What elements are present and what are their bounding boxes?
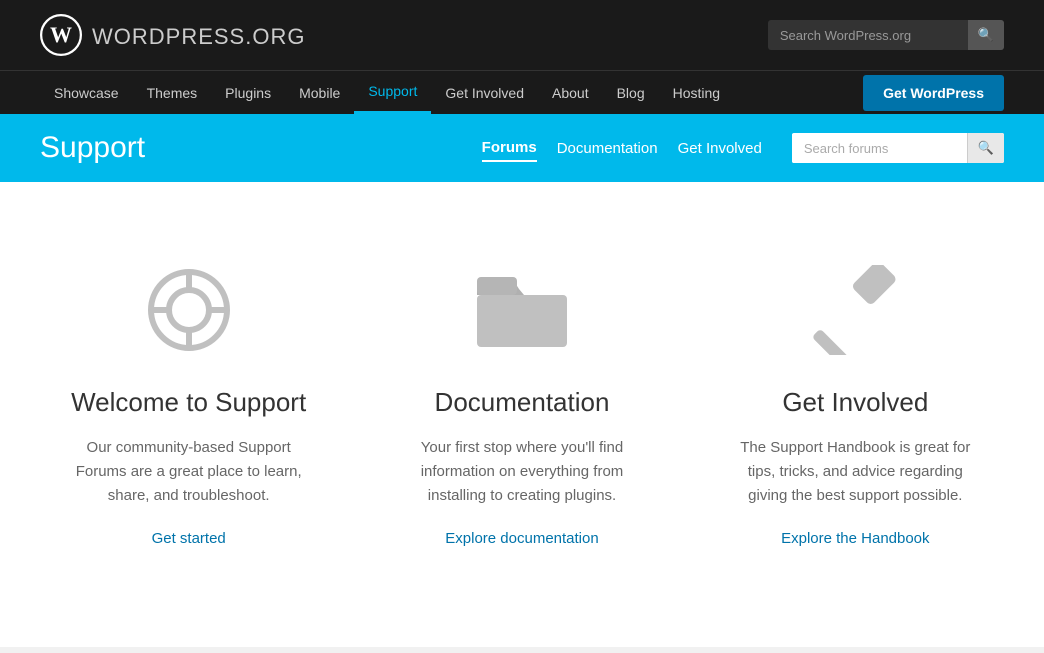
support-bar: Support Forums Documentation Get Involve…	[0, 114, 1044, 182]
nav-item-about[interactable]: About	[538, 73, 603, 113]
support-nav-get-involved[interactable]: Get Involved	[678, 136, 762, 161]
nav-item-get-involved[interactable]: Get Involved	[431, 73, 538, 113]
card-get-involved-icon-area	[729, 262, 982, 357]
main-content: Welcome to Support Our community-based S…	[0, 182, 1044, 647]
card-welcome-title: Welcome to Support	[62, 387, 315, 418]
card-documentation: Documentation Your first stop where you'…	[355, 242, 688, 567]
site-search-button[interactable]: 🔍	[968, 20, 1004, 50]
card-welcome: Welcome to Support Our community-based S…	[22, 242, 355, 567]
nav-item-hosting[interactable]: Hosting	[659, 73, 734, 113]
card-get-involved-title: Get Involved	[729, 387, 982, 418]
site-logo-text: WordPress.org	[92, 20, 305, 51]
top-bar-right: 🔍	[768, 20, 1004, 50]
support-nav-forums[interactable]: Forums	[482, 135, 537, 162]
nav-item-mobile[interactable]: Mobile	[285, 73, 354, 113]
forums-search-button[interactable]: 🔍	[967, 133, 1004, 163]
card-welcome-link[interactable]: Get started	[62, 530, 315, 547]
card-documentation-title: Documentation	[395, 387, 648, 418]
svg-text:W: W	[50, 22, 72, 47]
nav-item-plugins[interactable]: Plugins	[211, 73, 285, 113]
hammer-icon	[805, 265, 905, 355]
nav-item-showcase[interactable]: Showcase	[40, 73, 133, 113]
feature-cards: Welcome to Support Our community-based S…	[22, 242, 1022, 567]
forums-search-form: 🔍	[792, 133, 1004, 163]
site-search-form: 🔍	[768, 20, 1004, 50]
primary-nav-links: Showcase Themes Plugins Mobile Support G…	[40, 71, 734, 114]
lifesaver-icon	[144, 265, 234, 355]
get-wordpress-button[interactable]: Get WordPress	[863, 75, 1004, 111]
card-documentation-link[interactable]: Explore documentation	[395, 530, 648, 547]
support-nav-documentation[interactable]: Documentation	[557, 136, 658, 161]
card-documentation-icon-area	[395, 262, 648, 357]
site-search-input[interactable]	[768, 21, 968, 50]
support-page-title: Support	[40, 131, 145, 165]
logo-area: W WordPress.org	[40, 14, 305, 56]
card-documentation-description: Your first stop where you'll find inform…	[395, 436, 648, 508]
logo-main-text: WordPress	[92, 24, 245, 49]
card-get-involved-link[interactable]: Explore the Handbook	[729, 530, 982, 547]
primary-nav: Showcase Themes Plugins Mobile Support G…	[0, 70, 1044, 114]
nav-item-themes[interactable]: Themes	[133, 73, 212, 113]
wordpress-logo-icon: W	[40, 14, 82, 56]
nav-item-support[interactable]: Support	[354, 71, 431, 114]
card-get-involved: Get Involved The Support Handbook is gre…	[689, 242, 1022, 567]
card-welcome-icon-area	[62, 262, 315, 357]
top-bar: W WordPress.org 🔍	[0, 0, 1044, 70]
folder-icon	[472, 267, 572, 352]
logo-suffix-text: .org	[245, 24, 305, 49]
nav-item-blog[interactable]: Blog	[603, 73, 659, 113]
forums-search-input[interactable]	[792, 134, 967, 163]
card-get-involved-description: The Support Handbook is great for tips, …	[729, 436, 982, 508]
card-welcome-description: Our community-based Support Forums are a…	[62, 436, 315, 508]
support-nav: Forums Documentation Get Involved 🔍	[482, 133, 1004, 163]
